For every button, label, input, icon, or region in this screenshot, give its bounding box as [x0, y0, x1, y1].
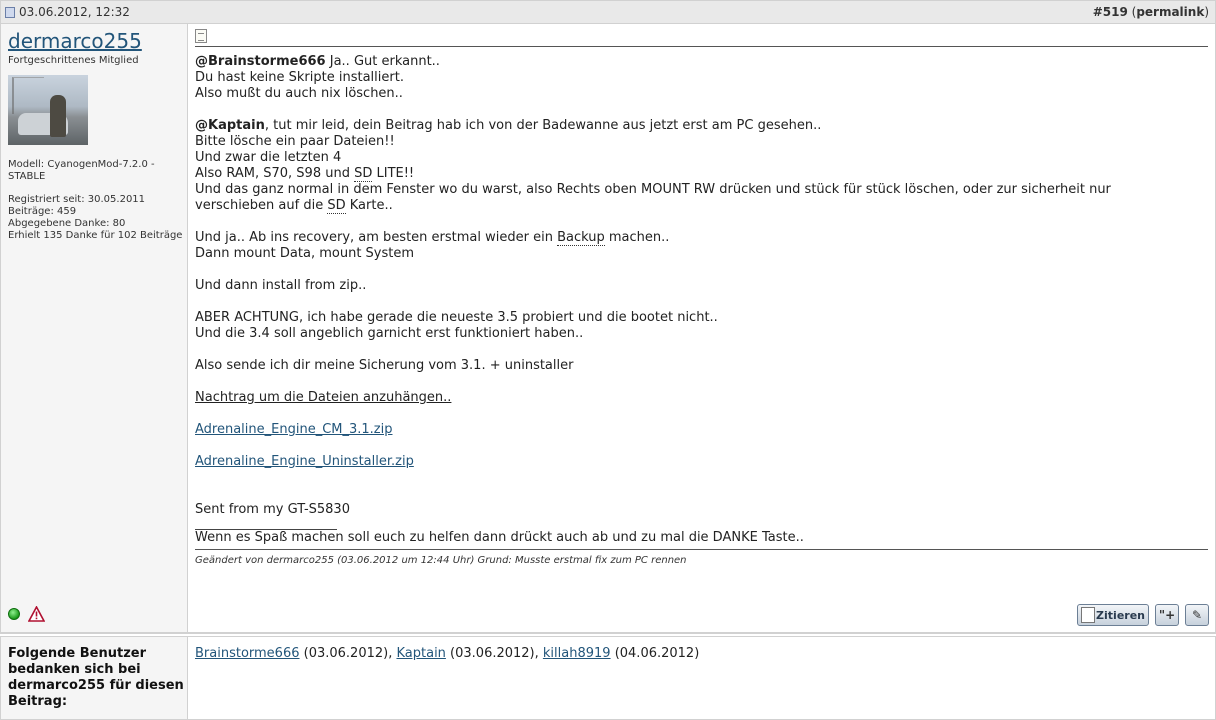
message-text: LITE!! [372, 166, 415, 181]
avatar-person [50, 95, 66, 137]
quote-button[interactable]: Zitieren [1077, 604, 1149, 626]
message-line: @Kaptain, tut mir leid, dein Beitrag hab… [195, 118, 1208, 134]
message-text: Also RAM, S70, S98 und [195, 166, 355, 181]
permalink-link[interactable]: permalink [1136, 5, 1204, 19]
post-icon [195, 29, 207, 43]
user-thanks-given: Abgegebene Danke: 80 [8, 218, 126, 229]
post-body: dermarco255 Fortgeschrittenes Mitglied M… [1, 24, 1215, 633]
user-status-icons [8, 606, 45, 622]
sent-from: Sent from my GT-S5830 [195, 502, 350, 517]
thanks-label: Folgende Benutzer bedanken sich bei derm… [1, 637, 188, 719]
message-line: Und dann install from zip.. [195, 278, 367, 293]
message-blank [195, 486, 1208, 502]
message-blank [195, 294, 1208, 310]
post-number-area: #519 (permalink) [1092, 5, 1209, 19]
thanks-date: (03.06.2012), [299, 646, 397, 661]
message-line: Und ja.. Ab ins recovery, am besten erst… [195, 230, 1208, 246]
abbr-backup[interactable]: Backup [557, 230, 605, 246]
message-line: @Brainstorme666 Ja.. Gut erkannt.. [195, 54, 1208, 70]
message-text: Und ja.. Ab ins recovery, am besten erst… [195, 230, 558, 245]
user-thanks-received: Erhielt 135 Danke für 102 Beiträge [8, 230, 183, 241]
message-blank [195, 470, 1208, 486]
message-blank [195, 262, 1208, 278]
thanks-date: (04.06.2012) [610, 646, 700, 661]
message-blank [195, 214, 1208, 230]
edited-note: Geändert von dermarco255 (03.06.2012 um … [195, 549, 1208, 566]
mention-kaptain: @Kaptain [195, 118, 265, 133]
thanks-user-link[interactable]: killah8919 [543, 646, 611, 661]
message-blank [195, 406, 1208, 422]
message-blank [195, 102, 1208, 118]
post-actions: Zitieren "+ ✎ [1077, 604, 1209, 626]
post-number[interactable]: #519 [1093, 5, 1128, 19]
abbr-sd[interactable]: SD [354, 166, 373, 182]
message-line: Und das ganz normal in dem Fenster wo du… [195, 182, 1111, 197]
attachment-link[interactable]: Adrenaline_Engine_CM_3.1.zip [195, 422, 392, 437]
message-text: verschieben auf die [195, 198, 328, 213]
thanks-list: Brainstorme666 (03.06.2012), Kaptain (03… [188, 637, 699, 719]
username-link[interactable]: dermarco255 [8, 30, 187, 52]
message-line: verschieben auf die SD Karte.. [195, 198, 1208, 214]
thanks-user-link[interactable]: Brainstorme666 [195, 646, 300, 661]
post-content: @Brainstorme666 Ja.. Gut erkannt.. Du ha… [188, 24, 1215, 632]
message-text: , tut mir leid, dein Beitrag hab ich von… [264, 118, 822, 133]
message-line: Dann mount Data, mount System [195, 246, 415, 261]
user-post-count: Beiträge: 459 [8, 206, 77, 217]
thanks-user-link[interactable]: Kaptain [396, 646, 445, 661]
message-text: Karte.. [345, 198, 393, 213]
message-line: ABER ACHTUNG, ich habe gerade die neuest… [195, 310, 718, 325]
message-text: machen.. [604, 230, 670, 245]
avatar-tree [12, 77, 44, 114]
signature: Wenn es Spaß machen soll euch zu helfen … [195, 530, 804, 545]
message-line: Und zwar die letzten 4 [195, 150, 342, 165]
user-registered: Registriert seit: 30.05.2011 [8, 194, 146, 205]
post-title-separator [195, 46, 1208, 47]
quote-pen-icon [1081, 607, 1096, 623]
message-line: Also mußt du auch nix löschen.. [195, 86, 403, 101]
addendum-text: Nachtrag um die Dateien anzuhängen.. [195, 390, 452, 405]
abbr-sd[interactable]: SD [327, 198, 346, 214]
post-status-icon [5, 6, 15, 18]
message-line: Du hast keine Skripte installiert. [195, 70, 404, 85]
message-line: Bitte lösche ein paar Dateien!! [195, 134, 395, 149]
quick-reply-icon: ✎ [1191, 608, 1203, 622]
post-datetime: 03.06.2012, 12:32 [19, 5, 130, 19]
message-line: Adrenaline_Engine_CM_3.1.zip [195, 422, 1208, 438]
message-line: Also sende ich dir meine Sicherung vom 3… [195, 358, 574, 373]
multiquote-button[interactable]: "+ [1155, 604, 1179, 626]
thanks-row: Folgende Benutzer bedanken sich bei derm… [0, 636, 1216, 720]
post-date-area: 03.06.2012, 12:32 [5, 5, 130, 19]
post-message: @Brainstorme666 Ja.. Gut erkannt.. Du ha… [195, 54, 1208, 546]
post-header: 03.06.2012, 12:32 #519 (permalink) [1, 1, 1215, 24]
message-blank [195, 374, 1208, 390]
user-info-panel: dermarco255 Fortgeschrittenes Mitglied M… [1, 24, 188, 632]
online-status-icon [8, 608, 20, 620]
message-line: Und die 3.4 soll angeblich garnicht erst… [195, 326, 584, 341]
message-line: Also RAM, S70, S98 und SD LITE!! [195, 166, 1208, 182]
message-line: Adrenaline_Engine_Uninstaller.zip [195, 454, 1208, 470]
quick-reply-button[interactable]: ✎ [1185, 604, 1209, 626]
user-device-model: Modell: CyanogenMod-7.2.0 - STABLE [8, 159, 155, 182]
user-title: Fortgeschrittenes Mitglied [8, 55, 139, 66]
user-avatar[interactable] [8, 75, 88, 145]
quote-button-label: Zitieren [1096, 608, 1145, 622]
forum-post: 03.06.2012, 12:32 #519 (permalink) derma… [0, 0, 1216, 634]
user-stats: Registriert seit: 30.05.2011 Beiträge: 4… [8, 194, 187, 242]
thanks-date: (03.06.2012), [445, 646, 543, 661]
multiquote-icon: "+ [1158, 608, 1176, 622]
message-blank [195, 438, 1208, 454]
report-post-icon[interactable] [28, 606, 45, 622]
message-line: Nachtrag um die Dateien anzuhängen.. [195, 390, 1208, 406]
message-blank [195, 342, 1208, 358]
attachment-link[interactable]: Adrenaline_Engine_Uninstaller.zip [195, 454, 414, 469]
mention-brainstorme: @Brainstorme666 [195, 54, 326, 69]
message-text: Ja.. Gut erkannt.. [325, 54, 440, 69]
